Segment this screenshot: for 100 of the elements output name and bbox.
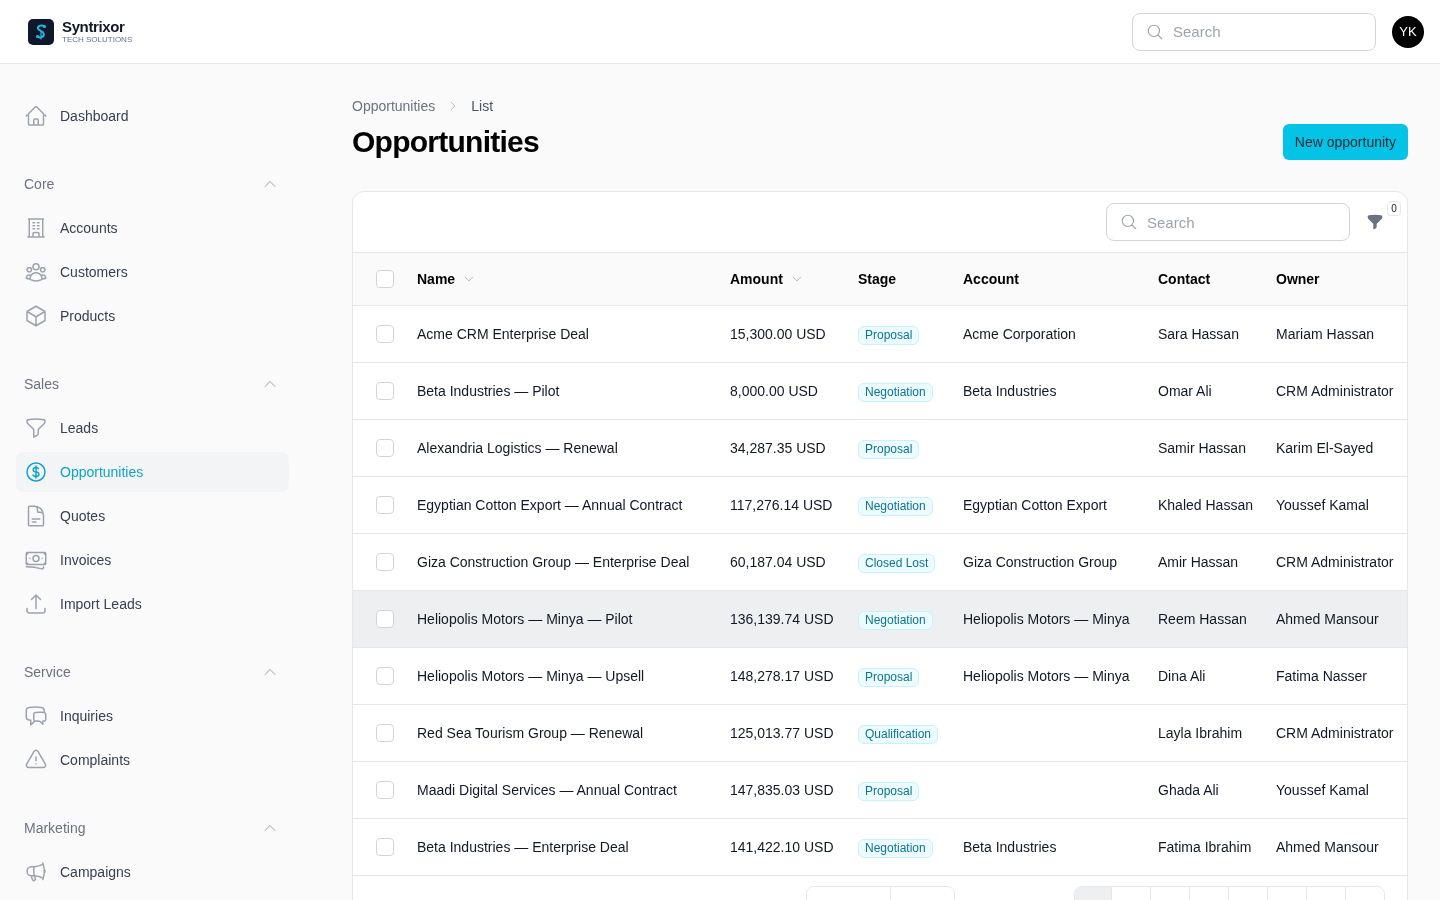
table-cell: Khaled Hassan: [1158, 497, 1253, 513]
table-cell: Beta Industries: [963, 383, 1057, 399]
search-field[interactable]: Search: [1106, 203, 1350, 241]
funnel-icon: [24, 416, 48, 440]
row-checkbox[interactable]: [376, 325, 394, 343]
table-cell: Beta Industries — Pilot: [417, 383, 560, 399]
table-cell: CRM Administrator: [1276, 725, 1394, 741]
stage-tag: Negotiation: [858, 611, 933, 630]
table-cell: Beta Industries — Enterprise Deal: [417, 839, 629, 855]
row-checkbox[interactable]: [376, 439, 394, 457]
column-header[interactable]: Name: [417, 269, 456, 289]
breadcrumb-current: List: [471, 97, 494, 116]
sidebar-item[interactable]: Import Leads: [16, 584, 289, 624]
table-cell: 147,835.03 USD: [730, 782, 834, 798]
stage-tag: Qualification: [858, 725, 939, 744]
brand-tagline: TECH SOLUTIONS: [62, 35, 133, 44]
select-all-checkbox[interactable]: [376, 270, 394, 288]
search-icon: [1120, 213, 1138, 231]
people-group-icon: [24, 260, 48, 284]
table-cell: 60,187.04 USD: [730, 554, 826, 570]
section-header[interactable]: Sales: [16, 364, 289, 404]
table-cell: Karim El-Sayed: [1276, 440, 1374, 456]
sidebar-item[interactable]: Complaints: [16, 740, 289, 780]
search-icon: [1146, 22, 1164, 41]
page-title: Opportunities: [352, 124, 539, 160]
table-cell: Dina Ali: [1158, 668, 1206, 684]
section-header[interactable]: Service: [16, 652, 289, 692]
table-cell: Fatima Nasser: [1276, 668, 1368, 684]
table-cell: Red Sea Tourism Group — Renewal: [417, 725, 644, 741]
filter-button[interactable]: [1366, 213, 1384, 231]
table-cell: Layla Ibrahim: [1158, 725, 1243, 741]
table-cell: Omar Ali: [1158, 383, 1212, 399]
column-header: Account: [963, 270, 1019, 289]
table-cell: Heliopolis Motors — Minya — Pilot: [417, 611, 633, 627]
stage-tag: Closed Lost: [858, 554, 936, 573]
breadcrumb-link[interactable]: Opportunities: [352, 96, 436, 116]
filter-count: 0: [1387, 201, 1401, 216]
sidebar-item[interactable]: Products: [16, 296, 289, 336]
table-cell: 15,300.00 USD: [730, 326, 826, 342]
stage-tag: Proposal: [858, 326, 920, 345]
house-icon: [24, 104, 48, 128]
table-cell: 8,000.00 USD: [730, 383, 818, 399]
table-cell: Ahmed Mansour: [1276, 839, 1379, 855]
user-avatar[interactable]: YK: [1392, 15, 1424, 48]
table-cell: Heliopolis Motors — Minya — Upsell: [417, 668, 645, 684]
table-cell: Alexandria Logistics — Renewal: [417, 440, 618, 456]
table-cell: Egyptian Cotton Export: [963, 497, 1107, 513]
table-cell: Heliopolis Motors — Minya: [963, 611, 1130, 627]
table-cell: 148,278.17 USD: [730, 668, 834, 684]
sidebar-item[interactable]: Customers: [16, 252, 289, 292]
cube-icon: [24, 304, 48, 328]
table-cell: CRM Administrator: [1276, 554, 1394, 570]
search-field[interactable]: Search: [1132, 12, 1376, 51]
row-checkbox[interactable]: [376, 781, 394, 799]
sidebar-item[interactable]: Accounts: [16, 208, 289, 248]
table-cell: 34,287.35 USD: [730, 440, 826, 456]
row-checkbox[interactable]: [376, 610, 394, 628]
table-cell: 125,013.77 USD: [730, 725, 834, 741]
table-cell: Amir Hassan: [1158, 554, 1239, 570]
building-icon: [24, 216, 48, 240]
sidebar-item[interactable]: Quotes: [16, 496, 289, 536]
megaphone-icon: [24, 860, 48, 884]
upload-icon: [24, 592, 48, 616]
stage-tag: Negotiation: [858, 383, 933, 402]
row-checkbox[interactable]: [376, 382, 394, 400]
section-header[interactable]: Marketing: [16, 808, 289, 848]
row-checkbox[interactable]: [376, 496, 394, 514]
table-cell: Beta Industries: [963, 839, 1057, 855]
new-opportunity-button[interactable]: New opportunity: [1282, 124, 1408, 160]
table-row[interactable]: Heliopolis Motors — Minya — Pilot 136,139.74 USD Negotiation Heliopolis Motors — Minya Reem Hassan Ahmed Mansour: [353, 591, 1407, 648]
row-checkbox[interactable]: [376, 838, 394, 856]
brand-name: Syntrixor: [62, 19, 126, 35]
table-cell: Acme Corporation: [963, 326, 1076, 342]
table-cell: 136,139.74 USD: [730, 611, 834, 627]
column-header[interactable]: Amount: [730, 269, 783, 289]
table-cell: Acme CRM Enterprise Deal: [417, 326, 589, 342]
sidebar-item[interactable]: Invoices: [16, 540, 289, 580]
table-cell: Samir Hassan: [1158, 440, 1246, 456]
logo-icon: [28, 18, 54, 45]
row-checkbox[interactable]: [376, 724, 394, 742]
table-cell: Maadi Digital Services — Annual Contract: [417, 782, 677, 798]
table-cell: 117,276.14 USD: [730, 497, 833, 513]
section-header[interactable]: Core: [16, 164, 289, 204]
sidebar-item[interactable]: Inquiries: [16, 696, 289, 736]
table-cell: 141,422.10 USD: [730, 839, 834, 855]
column-header: Contact: [1158, 270, 1211, 289]
stage-tag: Proposal: [858, 668, 920, 687]
table-cell: Mariam Hassan: [1276, 326, 1375, 342]
sidebar-item[interactable]: Dashboard: [16, 96, 289, 136]
stage-tag: Negotiation: [858, 497, 933, 516]
row-checkbox[interactable]: [376, 667, 394, 685]
stage-tag: Proposal: [858, 782, 920, 801]
row-checkbox[interactable]: [376, 553, 394, 571]
sidebar-item[interactable]: Leads: [16, 408, 289, 448]
stage-tag: Negotiation: [858, 839, 933, 858]
sidebar-item[interactable]: Campaigns: [16, 852, 289, 892]
table-cell: Youssef Kamal: [1276, 782, 1369, 798]
table-cell: Heliopolis Motors — Minya: [963, 668, 1130, 684]
table-cell: Ghada Ali: [1158, 782, 1219, 798]
table-cell: Giza Construction Group — Enterprise Deal: [417, 554, 690, 570]
